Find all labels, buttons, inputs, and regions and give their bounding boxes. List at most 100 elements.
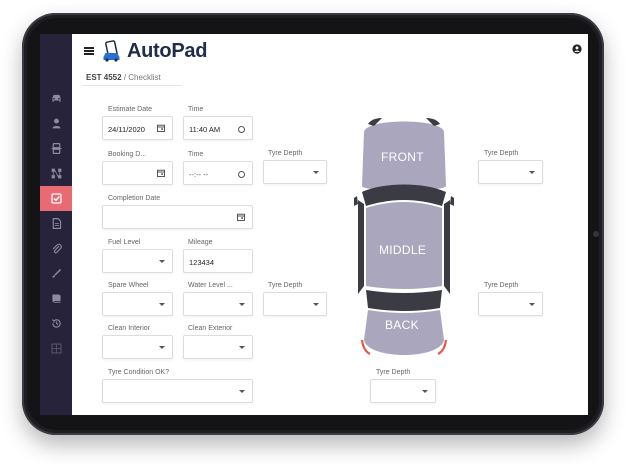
clean-exterior-label: Clean Exterior <box>188 325 233 332</box>
time-1-value: 11:40 AM <box>189 125 221 134</box>
main-content: AutoPad EST 4552 / Checklist Estimate Da… <box>72 34 588 415</box>
tyre-depth-spare-select[interactable] <box>370 379 436 403</box>
chevron-down-icon <box>313 171 319 174</box>
sidebar-item-calculator[interactable] <box>40 336 72 361</box>
checklist-icon <box>50 193 62 204</box>
history-icon <box>51 319 61 328</box>
completion-date-label: Completion Date <box>108 195 161 202</box>
estimate-date-label: Estimate Date <box>108 106 152 113</box>
sidebar-item-history[interactable] <box>40 311 72 336</box>
app-screen: AutoPad EST 4552 / Checklist Estimate Da… <box>40 34 588 415</box>
clock-icon <box>238 171 245 178</box>
estimate-date-value: 24/11/2020 <box>108 125 145 134</box>
chevron-down-icon <box>159 260 165 263</box>
car-back-label: BACK <box>385 318 419 332</box>
estimate-date-input[interactable]: 24/11/2020 <box>102 116 173 140</box>
document-icon <box>52 218 61 229</box>
chevron-down-icon <box>239 390 245 393</box>
car-front-label: FRONT <box>381 150 424 164</box>
sidebar-item-paint[interactable] <box>40 261 72 286</box>
clock-icon <box>238 126 245 133</box>
chevron-down-icon <box>239 346 245 349</box>
clean-interior-select[interactable] <box>102 335 173 359</box>
chevron-down-icon <box>313 303 319 306</box>
calendar-icon <box>157 124 165 132</box>
car-back-trunk[interactable] <box>364 310 444 355</box>
nodes-icon <box>51 168 61 179</box>
menu-icon[interactable] <box>84 47 94 55</box>
left-side-window <box>358 200 364 294</box>
fuel-level-label: Fuel Level <box>108 239 141 246</box>
calendar-icon <box>157 169 165 177</box>
tyre-depth-rear-left-select[interactable] <box>263 292 327 316</box>
chevron-down-icon <box>239 303 245 306</box>
tyre-depth-front-right-label: Tyre Depth <box>484 150 519 157</box>
rear-window <box>366 290 442 311</box>
time-2-value: --:-- -- <box>189 170 209 179</box>
camera-dot <box>593 231 599 237</box>
clean-exterior-select[interactable] <box>183 335 253 359</box>
tyre-depth-rear-left-label: Tyre Depth <box>268 282 303 289</box>
tyre-depth-front-left-select[interactable] <box>263 160 327 184</box>
mileage-label: Mileage <box>188 239 213 246</box>
booking-date-label: Booking D... <box>108 151 147 158</box>
paperclip-icon <box>52 243 62 254</box>
brush-icon <box>51 268 61 278</box>
fuel-level-select[interactable] <box>102 249 173 273</box>
tyre-depth-front-left-label: Tyre Depth <box>268 150 303 157</box>
completion-date-input[interactable] <box>102 205 253 229</box>
app-logo: AutoPad <box>102 39 207 63</box>
sidebar-item-documents[interactable] <box>40 211 72 236</box>
mileage-value: 123434 <box>189 258 215 267</box>
mileage-input[interactable]: 123434 <box>183 249 253 273</box>
grid-icon <box>51 343 61 354</box>
time-1-input[interactable]: 11:40 AM <box>183 116 253 140</box>
breadcrumb-separator: / <box>123 73 127 82</box>
water-level-label: Water Level ... <box>188 282 233 289</box>
booking-date-input[interactable] <box>102 161 173 185</box>
breadcrumb: EST 4552 / Checklist <box>86 73 161 82</box>
tyre-depth-rear-right-select[interactable] <box>478 292 543 316</box>
tyre-depth-spare-label: Tyre Depth <box>376 369 411 376</box>
chevron-down-icon <box>422 390 428 393</box>
clean-interior-label: Clean Interior <box>108 325 151 332</box>
breadcrumb-ref[interactable]: EST 4552 <box>86 73 122 82</box>
sidebar-item-engine[interactable] <box>40 136 72 161</box>
person-icon <box>51 118 61 129</box>
chevron-down-icon <box>529 171 535 174</box>
sidebar-item-parts[interactable] <box>40 161 72 186</box>
sidebar <box>40 34 72 415</box>
sidebar-item-customer[interactable] <box>40 111 72 136</box>
phone-car-logo-icon <box>103 40 120 62</box>
breadcrumb-divider <box>82 85 182 86</box>
right-mirror <box>450 196 454 206</box>
sidebar-item-attachments[interactable] <box>40 236 72 261</box>
time-1-label: Time <box>188 106 204 113</box>
tyre-depth-rear-right-label: Tyre Depth <box>484 282 519 289</box>
sidebar-item-checklist[interactable] <box>40 186 72 211</box>
car-icon <box>51 94 61 102</box>
spare-wheel-label: Spare Wheel <box>108 282 149 289</box>
steering-icon <box>51 143 61 154</box>
tyre-condition-select[interactable] <box>102 379 253 403</box>
tyre-depth-front-right-select[interactable] <box>478 160 543 184</box>
left-mirror <box>354 196 358 206</box>
chevron-down-icon <box>529 303 535 306</box>
water-level-select[interactable] <box>183 292 253 316</box>
chevron-down-icon <box>159 346 165 349</box>
time-2-label: Time <box>188 151 204 158</box>
user-account-icon[interactable] <box>572 44 582 54</box>
app-title: AutoPad <box>127 39 208 62</box>
spare-wheel-select[interactable] <box>102 292 173 316</box>
chevron-down-icon <box>159 303 165 306</box>
top-bar: AutoPad <box>72 34 588 66</box>
sidebar-item-vehicle[interactable] <box>40 86 72 111</box>
breadcrumb-page: Checklist <box>128 73 161 82</box>
right-side-window <box>444 200 450 294</box>
sidebar-item-notes[interactable] <box>40 286 72 311</box>
calendar-icon <box>237 213 245 221</box>
car-middle-label: MIDDLE <box>379 243 427 257</box>
book-icon <box>51 294 61 303</box>
tyre-condition-label: Tyre Condition OK? <box>108 369 170 376</box>
time-2-input[interactable]: --:-- -- <box>183 161 253 185</box>
